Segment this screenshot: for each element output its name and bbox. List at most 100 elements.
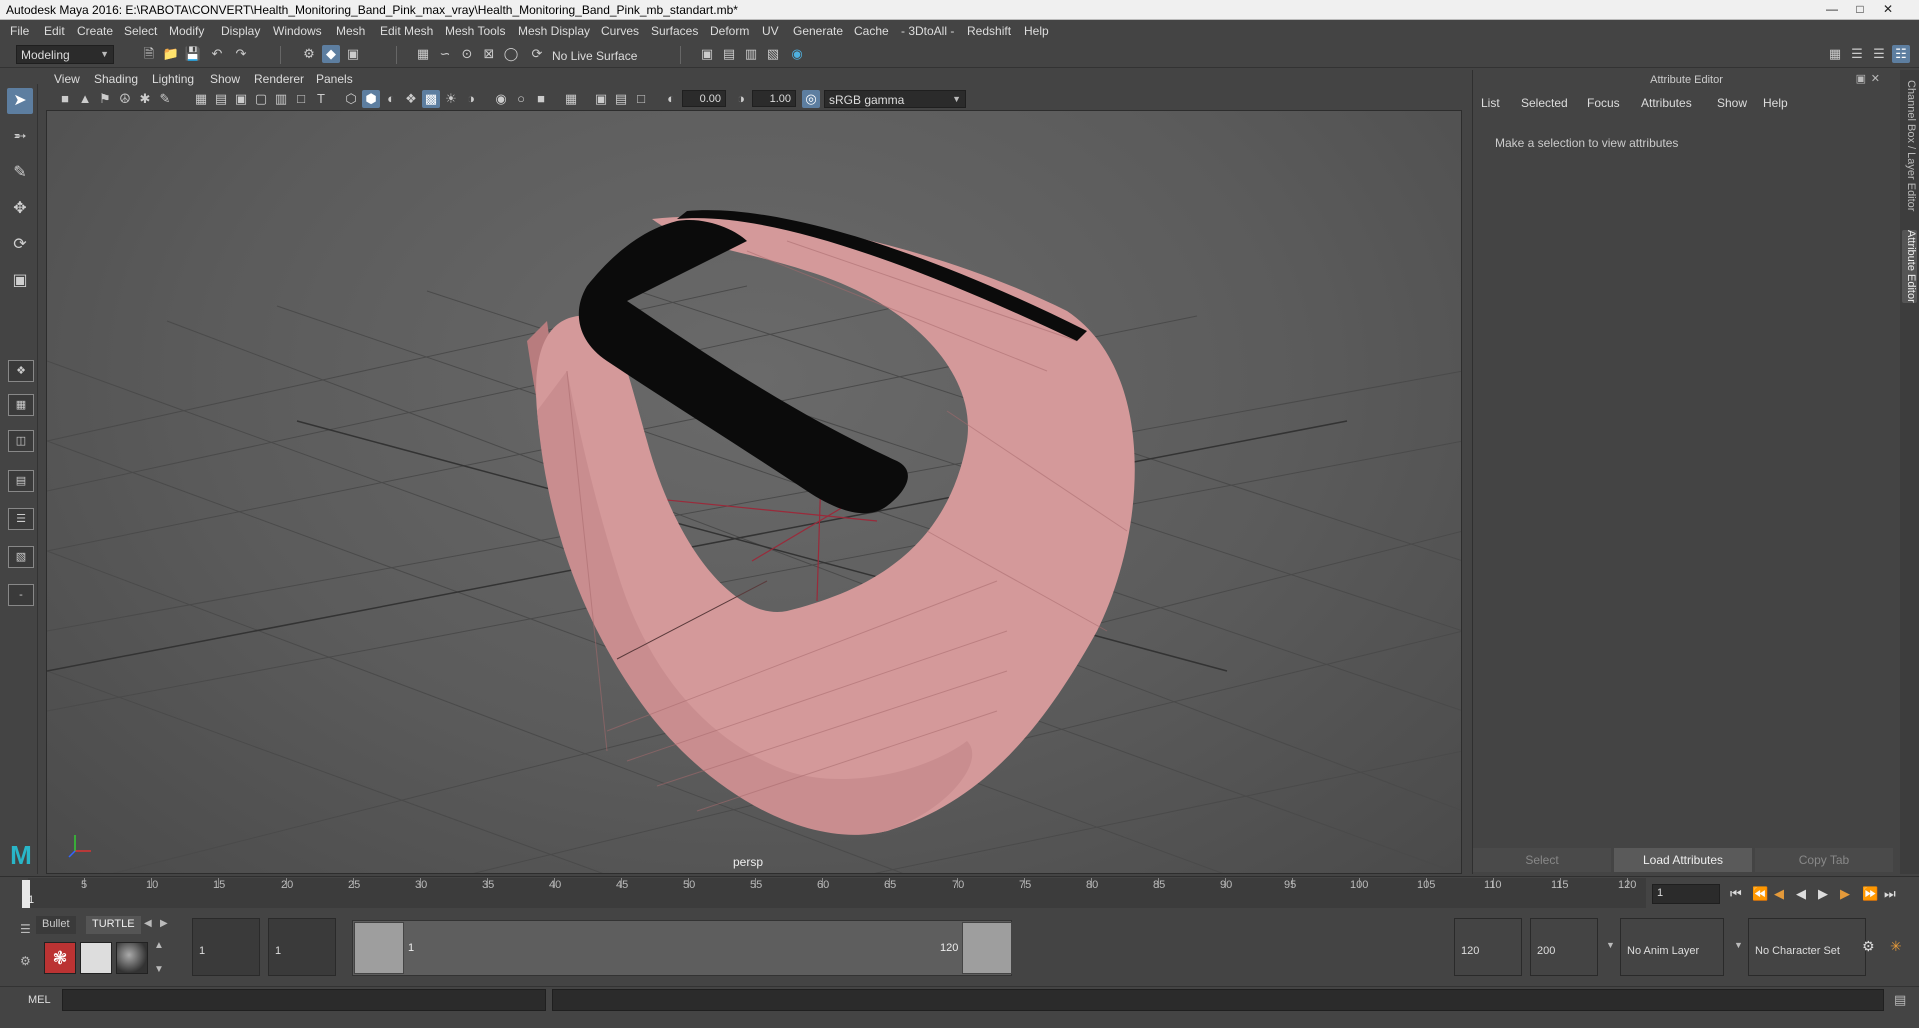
field-chart-icon[interactable]: ▥	[272, 90, 290, 108]
tab-channel-box[interactable]: Channel Box / Layer Editor	[1902, 80, 1917, 211]
safe-action-icon[interactable]: □	[292, 90, 310, 108]
shelf-scroll-left-icon[interactable]: ◀	[144, 918, 152, 929]
menuset-dropdown[interactable]: Modeling ▼	[16, 45, 114, 64]
shelf-settings-icon[interactable]: ⚙	[20, 954, 31, 968]
menu-display[interactable]: Display	[221, 24, 260, 38]
command-language-label[interactable]: MEL	[28, 994, 51, 1006]
menu-mesh[interactable]: Mesh	[336, 24, 365, 38]
wireframe-icon[interactable]: ⬡	[342, 90, 360, 108]
select-component-icon[interactable]: ▣	[344, 45, 362, 63]
redo-icon[interactable]: ↷	[232, 45, 250, 63]
menu-uv[interactable]: UV	[762, 24, 779, 38]
panel-menu-show[interactable]: Show	[210, 72, 240, 86]
snap-view-icon[interactable]: ⊠	[480, 45, 498, 63]
smooth-shade-icon[interactable]: ⬢	[362, 90, 380, 108]
perspective-viewport[interactable]: persp	[46, 110, 1462, 874]
menu-redshift[interactable]: Redshift	[967, 24, 1011, 38]
two-pane-layout-icon[interactable]: ◫	[8, 430, 34, 452]
menu-edit-mesh[interactable]: Edit Mesh	[380, 24, 433, 38]
current-time-field[interactable]: 1	[1652, 884, 1720, 904]
snap-surface-icon[interactable]: ◯	[502, 45, 520, 63]
snap-curve-icon[interactable]: ∽	[436, 45, 454, 63]
panel-menu-renderer[interactable]: Renderer	[254, 72, 304, 86]
menu-deform[interactable]: Deform	[710, 24, 749, 38]
motion-blur-icon[interactable]: ○	[512, 90, 530, 108]
four-pane-layout-icon[interactable]: ▦	[8, 394, 34, 416]
select-button[interactable]: Select	[1473, 848, 1611, 872]
playback-end-field[interactable]: 120	[1454, 918, 1522, 976]
time-ruler[interactable]: 5 10 15 20 25 30 35 40 45 50 55 60 65 70…	[28, 878, 1646, 908]
film-gate-icon[interactable]: ▤	[212, 90, 230, 108]
ipr-render-icon[interactable]: ▥	[742, 45, 760, 63]
camera-attributes-icon[interactable]: ▲	[76, 90, 94, 108]
new-scene-icon[interactable]: 🗎	[140, 45, 158, 63]
panel-menu-lighting[interactable]: Lighting	[152, 72, 194, 86]
hypershade-layout-icon[interactable]: ▧	[8, 546, 34, 568]
persp-graph-layout-icon[interactable]: ☰	[8, 508, 34, 530]
shelf-scroll-right-icon[interactable]: ▶	[160, 918, 168, 929]
toggle-channel-box-icon[interactable]: ☷	[1892, 45, 1910, 63]
animation-preferences-icon[interactable]: ✳	[1890, 938, 1902, 955]
render-frame-icon[interactable]: ▤	[720, 45, 738, 63]
turtle-surface-icon[interactable]	[116, 942, 148, 974]
step-forward-key-icon[interactable]: ▶	[1840, 886, 1850, 902]
range-start-handle[interactable]	[354, 922, 404, 974]
open-scene-icon[interactable]: 📁	[162, 45, 180, 63]
menu-modify[interactable]: Modify	[169, 24, 204, 38]
menu-help[interactable]: Help	[1024, 24, 1049, 38]
persp-outliner-layout-icon[interactable]: ▤	[8, 470, 34, 492]
shelf-scroll-up-icon[interactable]: ▲	[154, 940, 164, 951]
chevron-down-icon[interactable]: ▼	[1734, 940, 1743, 950]
grease-pencil-icon[interactable]: ✎	[156, 90, 174, 108]
snap-point-icon[interactable]: ⊙	[458, 45, 476, 63]
camera-icon[interactable]: ■	[56, 90, 74, 108]
toggle-modeling-toolkit-icon[interactable]: ☰	[1848, 45, 1866, 63]
color-management-icon[interactable]: ◎	[802, 90, 820, 108]
select-object-icon[interactable]: ◆	[322, 45, 340, 63]
move-tool-icon[interactable]: ✥	[7, 196, 33, 222]
menu-3dtoall[interactable]: - 3DtoAll -	[901, 24, 954, 38]
menu-edit[interactable]: Edit	[44, 24, 65, 38]
custom-layout-icon[interactable]: -	[8, 584, 34, 606]
step-forward-icon[interactable]: ⏩	[1862, 886, 1878, 902]
range-end-handle[interactable]	[962, 922, 1012, 974]
workspace-icon[interactable]: ▦	[1826, 45, 1844, 63]
character-set-dropdown[interactable]: No Character Set	[1748, 918, 1866, 976]
play-forwards-icon[interactable]: ▶	[1818, 886, 1828, 902]
auto-key-icon[interactable]: ⚙	[1862, 938, 1875, 955]
single-pane-layout-icon[interactable]: ❖	[8, 360, 34, 382]
gate-mask-icon[interactable]: ▢	[252, 90, 270, 108]
ae-menu-attributes[interactable]: Attributes	[1641, 96, 1692, 110]
playback-start-field[interactable]: 1	[268, 918, 336, 976]
isolate-select-icon[interactable]: ▦	[562, 90, 580, 108]
shadows-icon[interactable]: ◑	[462, 90, 480, 108]
shelf-tab-turtle[interactable]: TURTLE	[86, 916, 141, 934]
menu-create[interactable]: Create	[77, 24, 113, 38]
render-view-icon[interactable]: ▧	[764, 45, 782, 63]
bookmark-icon[interactable]: ⚑	[96, 90, 114, 108]
load-attributes-button[interactable]: Load Attributes	[1614, 848, 1752, 872]
close-icon[interactable]: ✕	[1874, 0, 1902, 20]
copy-tab-button[interactable]: Copy Tab	[1755, 848, 1893, 872]
lasso-tool-icon[interactable]: ➵	[7, 124, 33, 150]
ae-menu-list[interactable]: List	[1481, 96, 1500, 110]
use-default-material-icon[interactable]: ◐	[382, 90, 400, 108]
go-to-end-icon[interactable]: ⏭	[1884, 886, 1896, 902]
xray-icon[interactable]: ▣	[592, 90, 610, 108]
anti-aliasing-icon[interactable]: ■	[532, 90, 550, 108]
toggle-attribute-editor-icon[interactable]: ☰	[1870, 45, 1888, 63]
step-back-icon[interactable]: ⏪	[1752, 886, 1768, 902]
paint-select-tool-icon[interactable]: ✎	[7, 160, 33, 186]
use-all-lights-icon[interactable]: ☀	[442, 90, 460, 108]
rotate-tool-icon[interactable]: ⟳	[7, 232, 33, 258]
menu-windows[interactable]: Windows	[273, 24, 322, 38]
shelf-menu-icon[interactable]: ☰	[20, 922, 31, 936]
ambient-occlusion-icon[interactable]: ◉	[492, 90, 510, 108]
menu-cache[interactable]: Cache	[854, 24, 889, 38]
exposure-icon[interactable]: ◐	[662, 90, 680, 108]
menu-select[interactable]: Select	[124, 24, 157, 38]
turtle-bake-icon[interactable]	[80, 942, 112, 974]
step-back-key-icon[interactable]: ◀	[1774, 886, 1784, 902]
view-transform-dropdown[interactable]: sRGB gamma ▼	[824, 90, 966, 108]
grid-toggle-icon[interactable]: ▦	[192, 90, 210, 108]
